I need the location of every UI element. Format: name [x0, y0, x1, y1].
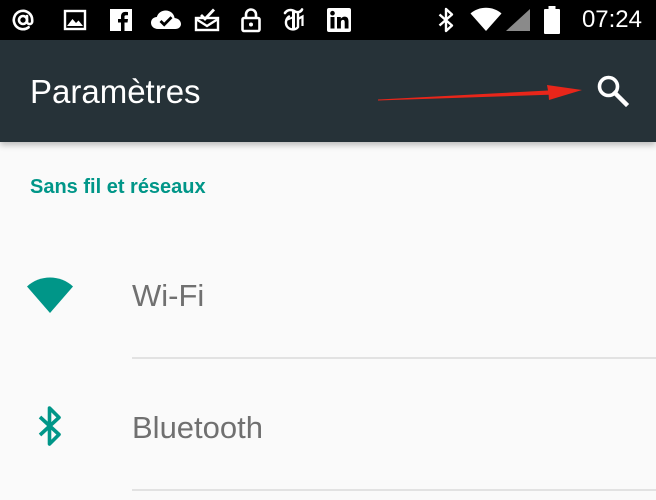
wifi-icon: [26, 277, 74, 315]
settings-item-bluetooth[interactable]: Bluetooth: [0, 362, 656, 492]
status-bar: 07:24: [0, 0, 656, 40]
wifi-signal-icon: [470, 7, 502, 33]
cloud-check-icon: [150, 7, 182, 33]
app-bar: Paramètres: [0, 40, 656, 142]
linkedin-icon: [326, 7, 352, 33]
search-button[interactable]: [588, 68, 636, 116]
status-bar-time: 07:24: [581, 6, 642, 33]
section-header-wireless-networks: Sans fil et réseaux: [30, 176, 206, 198]
search-icon: [595, 73, 630, 112]
mail-check-icon: [194, 7, 220, 33]
battery-icon: [542, 6, 562, 34]
settings-item-wifi[interactable]: Wi-Fi: [0, 232, 656, 362]
facebook-icon: [108, 7, 134, 33]
divider: [132, 489, 656, 491]
bluetooth-icon: [36, 404, 64, 448]
cellular-signal-icon: [504, 7, 532, 33]
image-icon: [62, 7, 88, 33]
nytimes-icon: [281, 7, 307, 33]
divider: [132, 357, 656, 359]
at-sign-icon: [10, 7, 36, 33]
annotation-arrow: [378, 85, 582, 101]
settings-item-label: Bluetooth: [132, 410, 263, 445]
settings-item-label: Wi-Fi: [132, 278, 205, 313]
bluetooth-icon: [433, 7, 459, 33]
lock-icon: [238, 7, 264, 33]
